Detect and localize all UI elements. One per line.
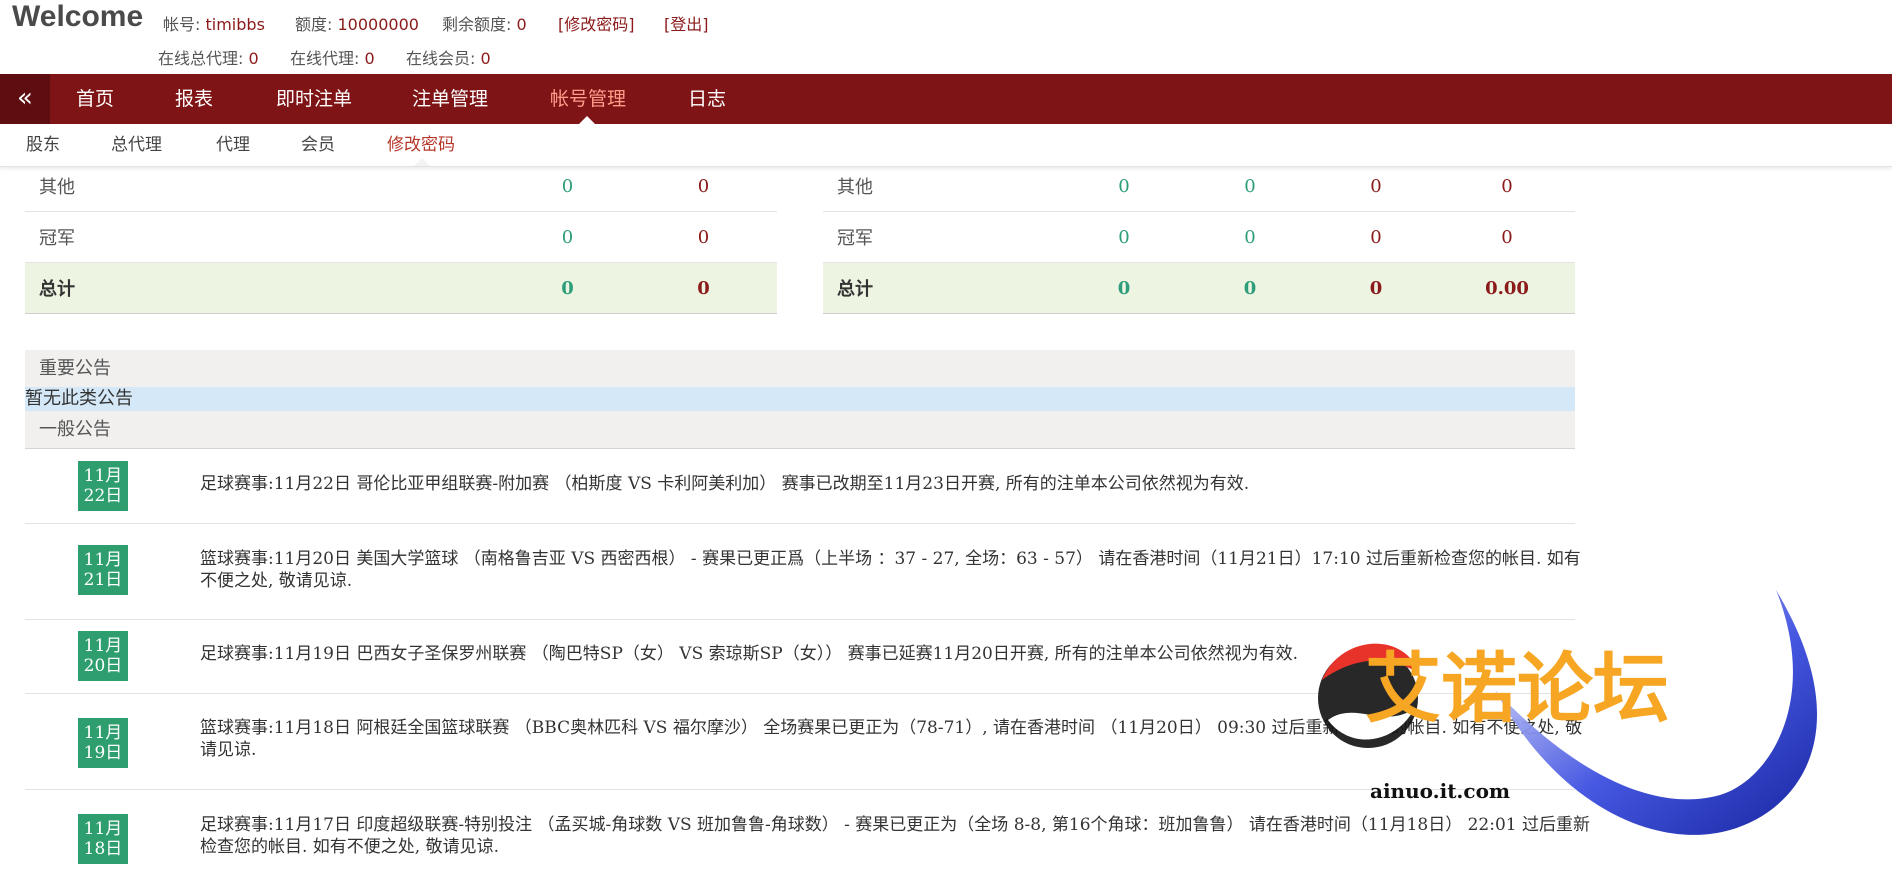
date-day: 20日 — [83, 656, 123, 676]
row-label: 其他 — [823, 161, 1061, 212]
cell-value: 0 — [1187, 211, 1313, 263]
online-members-label: 在线会员: — [406, 49, 476, 68]
cell-value: 0 — [630, 262, 777, 314]
date-badge: 11月 22日 — [78, 461, 128, 511]
row-label: 冠军 — [25, 211, 505, 263]
subnav-item-shareholders[interactable]: 股东 — [26, 124, 60, 166]
remaining-credit-value: 0 — [516, 15, 527, 34]
row-label: 冠军 — [823, 211, 1061, 263]
cell-value: 0 — [1439, 161, 1575, 212]
date-month: 11月 — [83, 636, 123, 656]
nav-item-reports[interactable]: 报表 — [175, 74, 213, 124]
collapse-sidebar-icon[interactable]: « — [0, 74, 50, 124]
cell-value: 0 — [1313, 161, 1439, 212]
online-agents-label: 在线代理: — [290, 49, 360, 68]
watermark-logo: 艾诺论坛 ainuo.it.com — [1318, 590, 1818, 835]
active-nav-caret — [579, 116, 595, 124]
table-row: 冠军 0 0 — [25, 211, 777, 263]
subnav-item-general-agents[interactable]: 总代理 — [111, 124, 162, 166]
top-header: Welcome 帐号: timibbs 额度: 10000000 剩余额度: 0… — [0, 0, 1892, 74]
account-value: timibbs — [205, 15, 265, 34]
no-important-announcements: 暂无此类公告 — [25, 387, 1575, 411]
watermark-domain: ainuo.it.com — [1370, 779, 1510, 803]
cell-value: 0 — [1439, 211, 1575, 263]
subnav-item-members[interactable]: 会员 — [301, 124, 335, 166]
cell-value: 0 — [630, 161, 777, 212]
date-badge: 11月 18日 — [78, 814, 128, 864]
watermark-title: 艾诺论坛 — [1365, 644, 1669, 733]
row-label: 总计 — [823, 262, 1061, 314]
nav-item-live-bets[interactable]: 即时注单 — [276, 74, 352, 124]
cell-value: 0 — [1061, 211, 1187, 263]
change-password-link[interactable]: [修改密码] — [558, 11, 635, 35]
cell-value: 0 — [1313, 211, 1439, 263]
cell-value: 0 — [1187, 161, 1313, 212]
credit-label: 额度: — [295, 15, 333, 34]
row-label: 总计 — [25, 262, 505, 314]
cell-value: 0 — [1313, 262, 1439, 314]
list-item: 11月 22日 足球赛事:11月22日 哥伦比亚甲组联赛-附加赛 （柏斯度 VS… — [25, 449, 1575, 524]
cell-value: 0 — [1061, 262, 1187, 314]
welcome-title: Welcome — [12, 0, 144, 33]
date-badge: 11月 19日 — [78, 718, 128, 768]
date-badge: 11月 20日 — [78, 631, 128, 681]
important-announcements-heading: 重要公告 — [25, 350, 1575, 388]
online-agents: 在线代理: 0 — [290, 45, 375, 69]
date-month: 11月 — [83, 723, 123, 743]
general-announcements-heading: 一般公告 — [25, 411, 1575, 449]
announcement-text: 足球赛事:11月22日 哥伦比亚甲组联赛-附加赛 （柏斯度 VS 卡利阿美利加）… — [200, 474, 1250, 494]
date-badge: 11月 21日 — [78, 545, 128, 595]
nav-item-home[interactable]: 首页 — [76, 74, 114, 124]
account-info: 帐号: timibbs — [163, 11, 265, 35]
row-label: 其他 — [25, 161, 505, 212]
cell-value: 0 — [505, 161, 630, 212]
date-day: 18日 — [83, 839, 123, 859]
main-nav: « 首页 报表 即时注单 注单管理 帐号管理 日志 — [0, 74, 1892, 124]
online-members-value: 0 — [480, 49, 491, 68]
summary-table-left: 其他 0 0 冠军 0 0 总计 0 0 — [25, 161, 777, 314]
remaining-credit-info: 剩余额度: 0 — [442, 11, 527, 35]
credit-value: 10000000 — [337, 15, 419, 34]
cell-value: 0 — [1187, 262, 1313, 314]
online-members: 在线会员: 0 — [406, 45, 491, 69]
online-general-agents-value: 0 — [248, 49, 259, 68]
account-label: 帐号: — [163, 15, 201, 34]
cell-value: 0 — [505, 262, 630, 314]
table-row-total: 总计 0 0 0 0.00 — [823, 262, 1575, 314]
date-day: 22日 — [83, 486, 123, 506]
online-general-agents: 在线总代理: 0 — [158, 45, 259, 69]
table-row-total: 总计 0 0 — [25, 262, 777, 314]
online-general-agents-label: 在线总代理: — [158, 49, 244, 68]
cell-value: 0.00 — [1439, 262, 1575, 314]
nav-item-logs[interactable]: 日志 — [688, 74, 726, 124]
table-row: 其他 0 0 0 0 — [823, 161, 1575, 212]
summary-table-right: 其他 0 0 0 0 冠军 0 0 0 0 总计 0 0 0 0.00 — [823, 161, 1575, 314]
date-day: 19日 — [83, 743, 123, 763]
cell-value: 0 — [1061, 161, 1187, 212]
remaining-credit-label: 剩余额度: — [442, 15, 512, 34]
date-month: 11月 — [83, 466, 123, 486]
nav-item-bet-management[interactable]: 注单管理 — [412, 74, 488, 124]
cell-value: 0 — [630, 211, 777, 263]
online-agents-value: 0 — [364, 49, 375, 68]
table-row: 其他 0 0 — [25, 161, 777, 212]
logout-link[interactable]: [登出] — [664, 11, 709, 35]
cell-value: 0 — [505, 211, 630, 263]
date-month: 11月 — [83, 550, 123, 570]
date-day: 21日 — [83, 570, 123, 590]
date-month: 11月 — [83, 819, 123, 839]
table-row: 冠军 0 0 0 0 — [823, 211, 1575, 263]
credit-info: 额度: 10000000 — [295, 11, 419, 35]
subnav-item-agents[interactable]: 代理 — [216, 124, 250, 166]
